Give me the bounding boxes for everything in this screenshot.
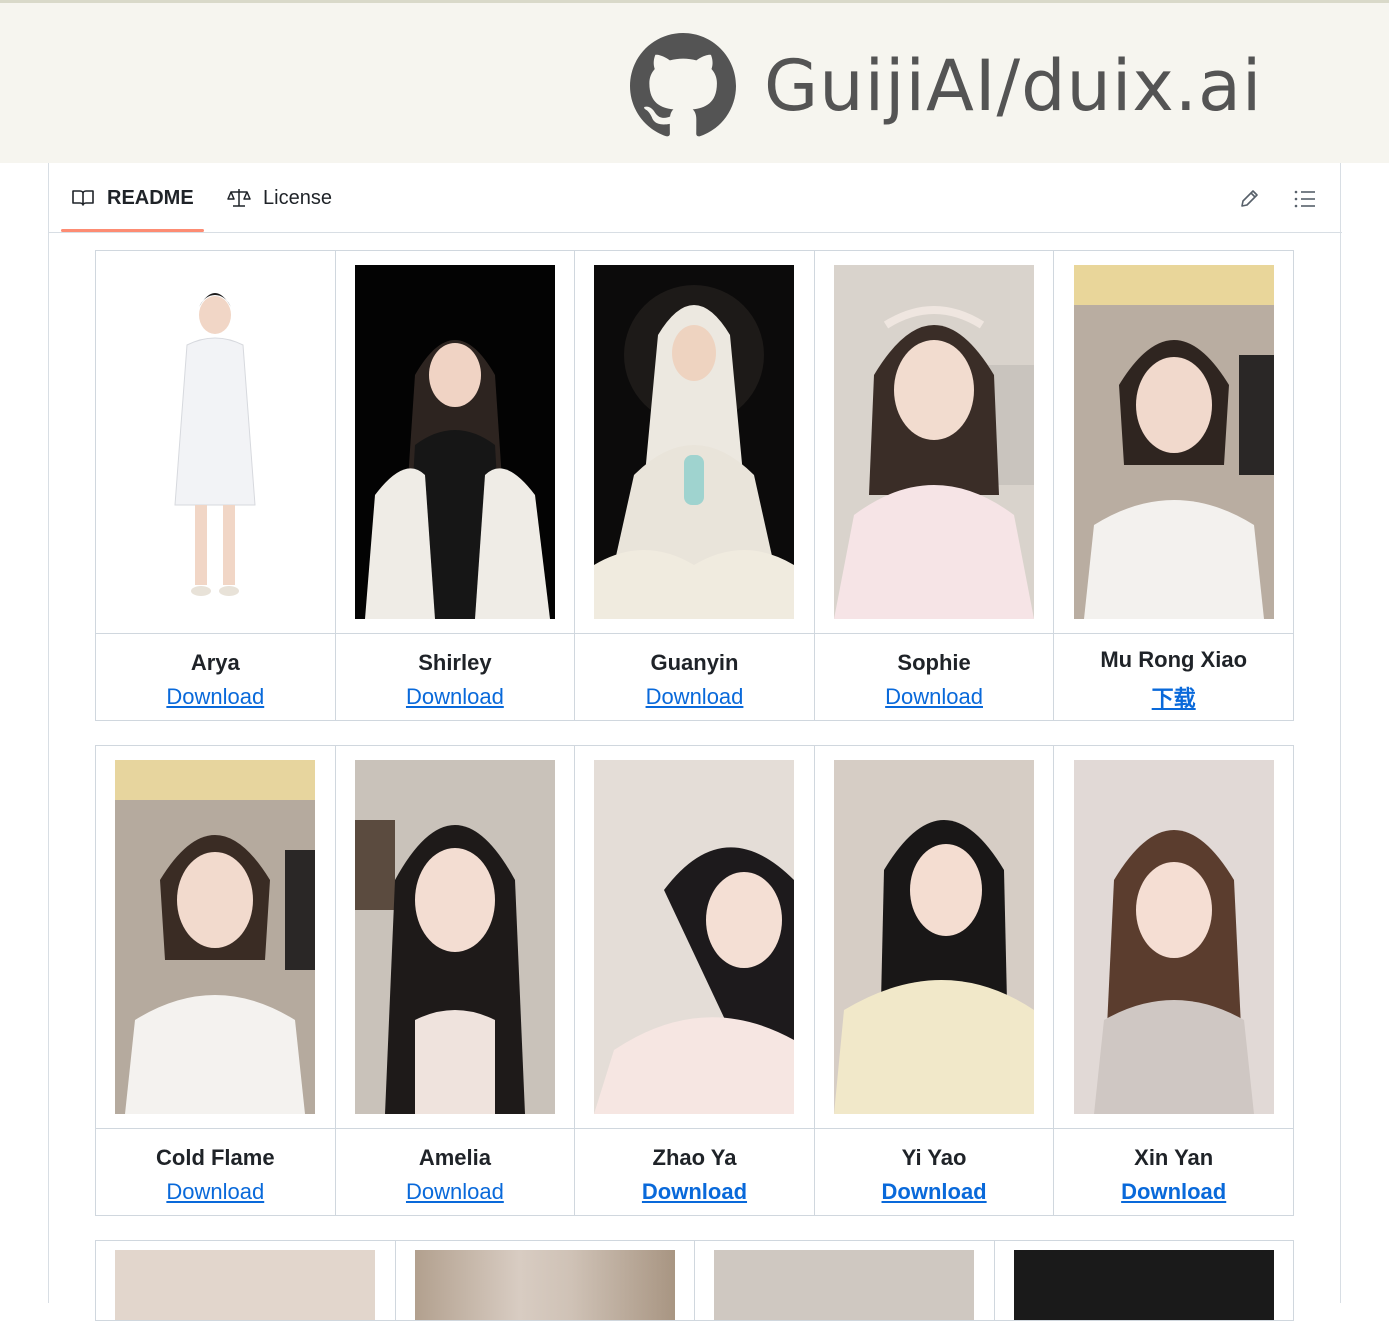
pencil-icon [1241, 190, 1258, 207]
avatar-image-cell [993, 1240, 1294, 1321]
avatar-image-cell [95, 745, 336, 1129]
download-link[interactable]: Download [642, 1179, 747, 1205]
avatar-photo-partial [414, 1250, 675, 1320]
avatar-image-cell [574, 745, 815, 1129]
avatar-photo-shirley [354, 265, 555, 619]
avatar-name: Cold Flame [156, 1145, 275, 1170]
avatar-image-cell [813, 250, 1055, 634]
repo-brand[interactable]: GuijiAI/duix.ai [630, 33, 1262, 139]
avatar-info-cell: Mu Rong Xiao 下载 [1053, 633, 1294, 721]
tab-readme-label: README [107, 186, 194, 209]
avatar-name: Mu Rong Xiao [1100, 647, 1248, 672]
readme-tab-bar: README License [49, 163, 1342, 233]
download-link[interactable]: Download [406, 684, 504, 710]
avatar-photo-zhao-ya [594, 760, 795, 1114]
book-icon [72, 190, 94, 206]
avatar-photo-arya [115, 265, 316, 619]
avatar-photo-partial [714, 1250, 975, 1320]
avatar-name: Xin Yan [1134, 1145, 1214, 1170]
scale-icon [227, 189, 251, 207]
avatar-image-cell [334, 250, 576, 634]
avatar-info-cell: Xin Yan Download [1053, 1128, 1294, 1216]
avatar-info-cell: Cold Flame Download [95, 1128, 336, 1216]
avatar-image-cell [95, 250, 336, 634]
download-link[interactable]: Download [166, 684, 264, 710]
download-link[interactable]: Download [646, 684, 744, 710]
avatar-name: Arya [190, 650, 240, 675]
avatar-photo-mu-rong-xiao [1073, 265, 1274, 619]
avatar-image-cell [394, 1240, 695, 1321]
avatar-info-cell: Arya Download [95, 633, 336, 721]
tab-license[interactable]: License [227, 183, 332, 213]
avatar-image-cell [813, 745, 1055, 1129]
avatar-info-cell: Amelia Download [334, 1128, 576, 1216]
tab-license-label: License [263, 186, 332, 209]
avatar-photo-amelia [354, 760, 555, 1114]
list-icon [1294, 190, 1315, 208]
avatar-table-3 [95, 1240, 1294, 1321]
avatar-name: Sophie [897, 650, 971, 675]
download-link[interactable]: Download [1121, 1179, 1226, 1205]
repo-header-banner: GuijiAI/duix.ai [0, 0, 1389, 163]
avatar-name: Yi Yao [901, 1145, 967, 1170]
active-tab-indicator [61, 229, 204, 232]
avatar-name: Amelia [418, 1145, 491, 1170]
avatar-photo-cold-flame [115, 760, 316, 1114]
tab-readme[interactable]: README [71, 183, 194, 213]
avatar-name: Guanyin [650, 650, 739, 675]
avatar-image-cell [334, 745, 576, 1129]
github-icon [630, 33, 736, 137]
avatar-image-cell [1053, 745, 1294, 1129]
avatar-photo-partial [115, 1250, 376, 1320]
avatar-image-cell [574, 250, 815, 634]
avatar-name: Shirley [418, 650, 492, 675]
download-link[interactable]: Download [882, 1179, 987, 1205]
download-link[interactable]: Download [406, 1179, 504, 1205]
avatar-photo-partial [1013, 1250, 1274, 1320]
edit-button[interactable] [1235, 185, 1263, 213]
download-link[interactable]: 下载 [1152, 681, 1196, 713]
avatar-info-cell: Shirley Download [334, 633, 576, 721]
download-link[interactable]: Download [885, 684, 983, 710]
avatar-image-cell [1053, 250, 1294, 634]
avatar-photo-yi-yao [834, 760, 1035, 1114]
avatar-photo-xin-yan [1073, 760, 1274, 1114]
avatar-table-2: Cold Flame Download Amelia Download Zhao… [95, 745, 1294, 1216]
avatar-photo-sophie [834, 265, 1035, 619]
avatar-info-cell: Sophie Download [813, 633, 1055, 721]
avatar-image-cell [694, 1240, 995, 1321]
avatar-name: Zhao Ya [652, 1145, 737, 1170]
repo-name: GuijiAI/duix.ai [764, 45, 1263, 127]
avatar-info-cell: Guanyin Download [574, 633, 815, 721]
avatar-image-cell [95, 1240, 396, 1321]
avatar-info-cell: Zhao Ya Download [574, 1128, 815, 1216]
avatar-info-cell: Yi Yao Download [813, 1128, 1055, 1216]
download-link[interactable]: Download [166, 1179, 264, 1205]
outline-button[interactable] [1291, 185, 1319, 213]
avatar-photo-guanyin [594, 265, 795, 619]
avatar-table-1: Arya Download Shirley Download Guanyin D… [95, 250, 1294, 721]
